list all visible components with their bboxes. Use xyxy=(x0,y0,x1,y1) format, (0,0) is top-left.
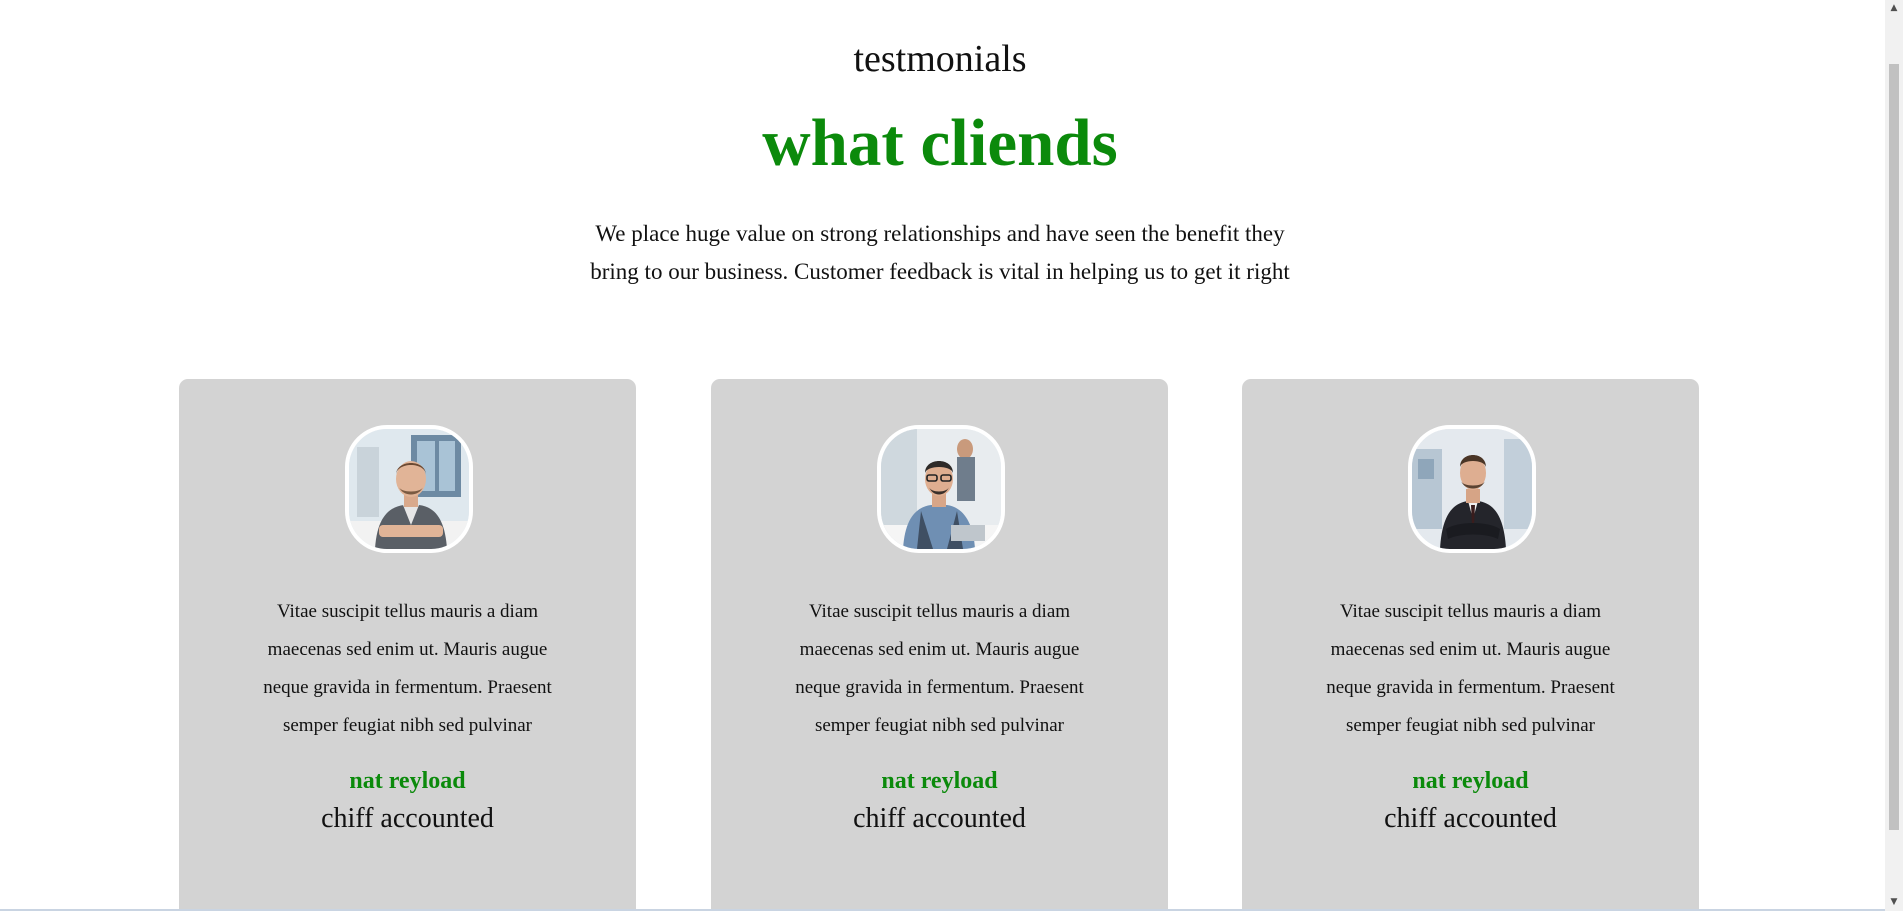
vertical-scrollbar[interactable]: ▲ ▼ xyxy=(1885,0,1903,911)
section-headline: what cliends xyxy=(762,106,1118,180)
testimonial-role: chiff accounted xyxy=(853,803,1026,834)
testimonial-name: nat reyload xyxy=(1412,768,1529,794)
testimonial-role: chiff accounted xyxy=(321,803,494,834)
testimonial-role: chiff accounted xyxy=(1384,803,1557,834)
testimonials-section: testmonials what cliends We place huge v… xyxy=(0,0,1885,911)
testimonial-card: Vitae suscipit tellus mauris a diam maec… xyxy=(1242,379,1699,911)
client-photo xyxy=(881,429,1001,549)
testimonial-quote: Vitae suscipit tellus mauris a diam maec… xyxy=(795,601,1084,736)
section-intro: We place huge value on strong relationsh… xyxy=(590,221,1290,284)
testimonial-quote: Vitae suscipit tellus mauris a diam maec… xyxy=(263,601,552,736)
testimonial-name: nat reyload xyxy=(881,768,998,794)
scrollbar-thumb[interactable] xyxy=(1889,64,1899,830)
testimonial-card: Vitae suscipit tellus mauris a diam maec… xyxy=(179,379,636,911)
testimonial-cards: Vitae suscipit tellus mauris a diam maec… xyxy=(179,379,1699,911)
testimonial-name: nat reyload xyxy=(349,768,466,794)
scroll-down-arrow-icon[interactable]: ▼ xyxy=(1885,894,1903,911)
avatar xyxy=(1408,425,1536,553)
avatar xyxy=(877,425,1005,553)
client-photo xyxy=(349,429,469,549)
section-eyebrow: testmonials xyxy=(853,38,1027,80)
avatar xyxy=(345,425,473,553)
client-photo xyxy=(1412,429,1532,549)
testimonial-card: Vitae suscipit tellus mauris a diam maec… xyxy=(711,379,1168,911)
scroll-up-arrow-icon[interactable]: ▲ xyxy=(1885,0,1903,17)
testimonial-quote: Vitae suscipit tellus mauris a diam maec… xyxy=(1326,601,1615,736)
page: testmonials what cliends We place huge v… xyxy=(0,0,1903,911)
